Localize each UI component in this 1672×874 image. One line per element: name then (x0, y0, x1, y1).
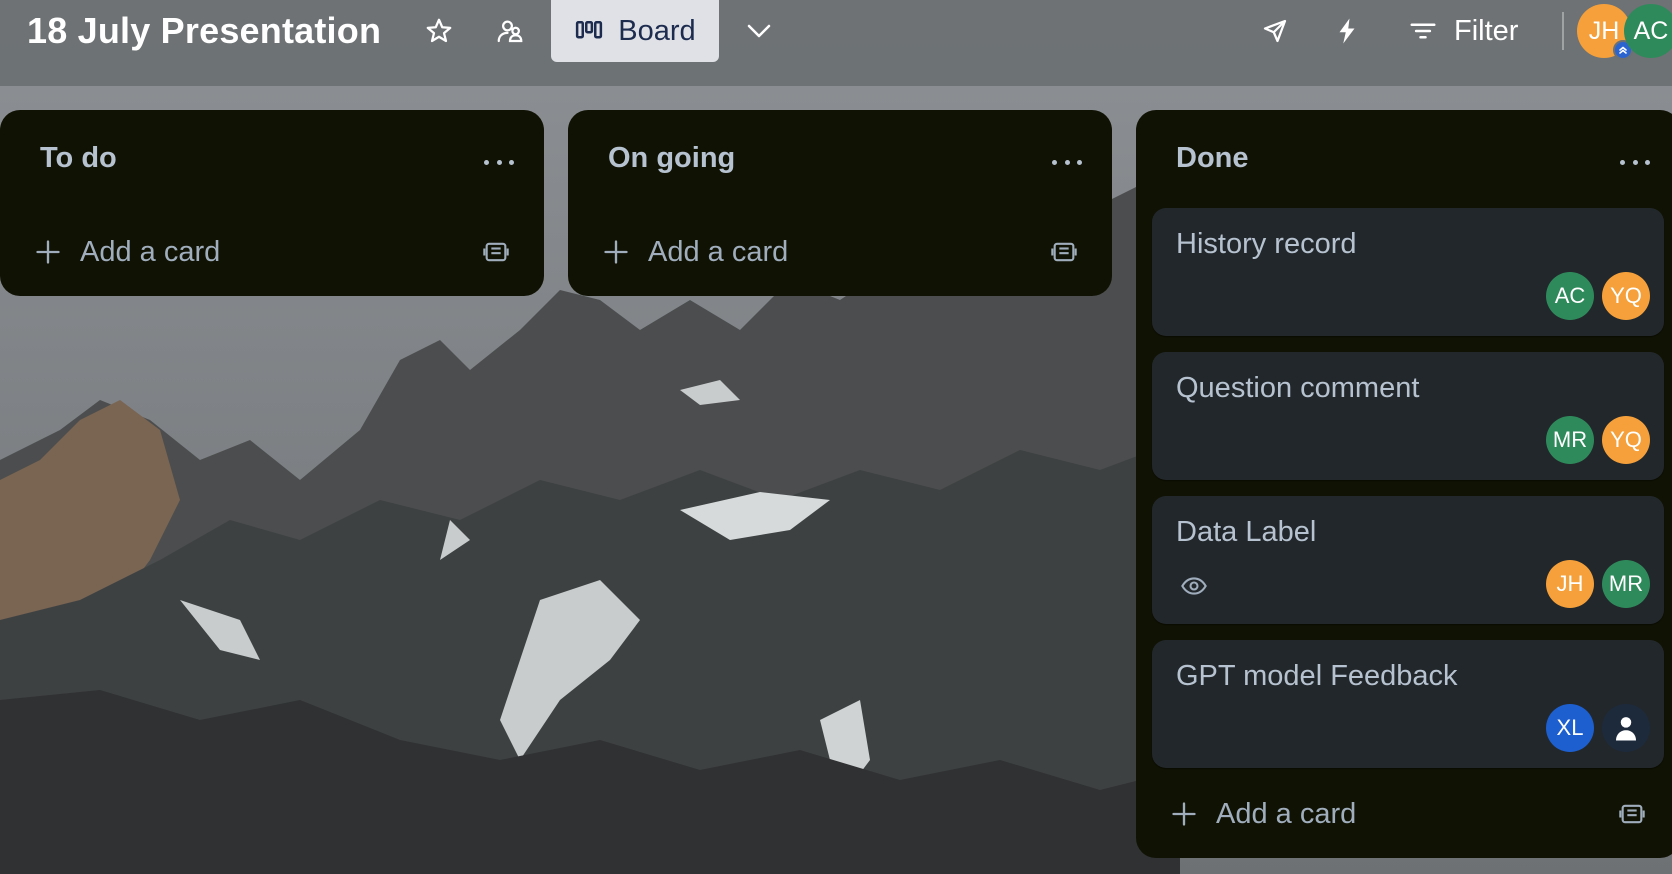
list-actions-icon[interactable] (1620, 152, 1650, 172)
add-card-label: Add a card (648, 235, 789, 268)
avatar-initials: JH (1588, 16, 1620, 45)
list-actions-icon[interactable] (1052, 152, 1082, 172)
filter-icon (1410, 23, 1436, 39)
card-title: GPT model Feedback (1176, 660, 1458, 692)
list-actions-icon[interactable] (484, 152, 514, 172)
plus-icon (1172, 802, 1196, 826)
list-header: To do (0, 110, 544, 210)
workspace-visible-icon[interactable] (493, 14, 527, 48)
list-title[interactable]: To do (40, 142, 117, 175)
list-header: Done (1136, 110, 1672, 210)
card-title: History record (1176, 228, 1357, 260)
card[interactable]: History record AC YQ (1152, 208, 1664, 336)
member-avatar[interactable]: JH (1546, 560, 1594, 608)
avatar-initials: AC (1633, 16, 1669, 45)
board-header: 18 July Presentation Board Filter JH AC (0, 0, 1672, 86)
add-card-button[interactable]: Add a card (1136, 784, 1672, 844)
list-title[interactable]: Done (1176, 142, 1249, 175)
add-card-label: Add a card (1216, 797, 1357, 830)
add-card-label: Add a card (80, 235, 221, 268)
card-members: MR YQ (1546, 416, 1650, 464)
create-from-template-icon[interactable] (1618, 800, 1646, 828)
add-card-button[interactable]: Add a card (0, 222, 544, 282)
header-divider (1562, 12, 1564, 50)
card[interactable]: Question comment MR YQ (1152, 352, 1664, 480)
member-avatar[interactable]: MR (1602, 560, 1650, 608)
board-view-icon (576, 21, 603, 39)
card-members: AC YQ (1546, 272, 1650, 320)
member-avatar[interactable]: XL (1546, 704, 1594, 752)
plus-icon (36, 240, 60, 264)
board-view-label: Board (618, 14, 696, 47)
card[interactable]: Data Label JH MR (1152, 496, 1664, 624)
card[interactable]: GPT model Feedback XL (1152, 640, 1664, 768)
member-avatar[interactable]: AC (1546, 272, 1594, 320)
member-avatar[interactable]: YQ (1602, 416, 1650, 464)
eye-icon (1181, 577, 1207, 595)
list-done: Done History record AC YQ Question comme… (1136, 110, 1672, 858)
board-title[interactable]: 18 July Presentation (27, 10, 381, 52)
default-user-icon[interactable] (1602, 704, 1650, 752)
star-icon[interactable] (422, 14, 456, 48)
plus-icon (604, 240, 628, 264)
card-title: Question comment (1176, 372, 1420, 404)
filter-label: Filter (1454, 14, 1519, 47)
member-avatar[interactable]: YQ (1602, 272, 1650, 320)
member-avatar[interactable]: MR (1546, 416, 1594, 464)
filter-button[interactable]: Filter (1408, 10, 1518, 52)
card-members: JH MR (1546, 560, 1650, 608)
member-avatar[interactable]: JH (1577, 4, 1633, 60)
card-members: XL (1546, 704, 1650, 752)
add-card-button[interactable]: Add a card (568, 222, 1112, 282)
power-ups-icon[interactable] (1258, 14, 1292, 48)
card-title: Data Label (1176, 516, 1317, 548)
create-from-template-icon[interactable] (482, 238, 510, 266)
chevron-down-icon[interactable] (742, 14, 776, 48)
list-header: On going (568, 110, 1112, 210)
list-title[interactable]: On going (608, 142, 735, 175)
list-to-do: To do Add a card (0, 110, 544, 296)
list-on-going: On going Add a card (568, 110, 1112, 296)
automation-icon[interactable] (1330, 14, 1364, 48)
create-from-template-icon[interactable] (1050, 238, 1078, 266)
board-view-button[interactable]: Board (551, 0, 719, 62)
member-avatar[interactable]: AC (1624, 4, 1672, 58)
